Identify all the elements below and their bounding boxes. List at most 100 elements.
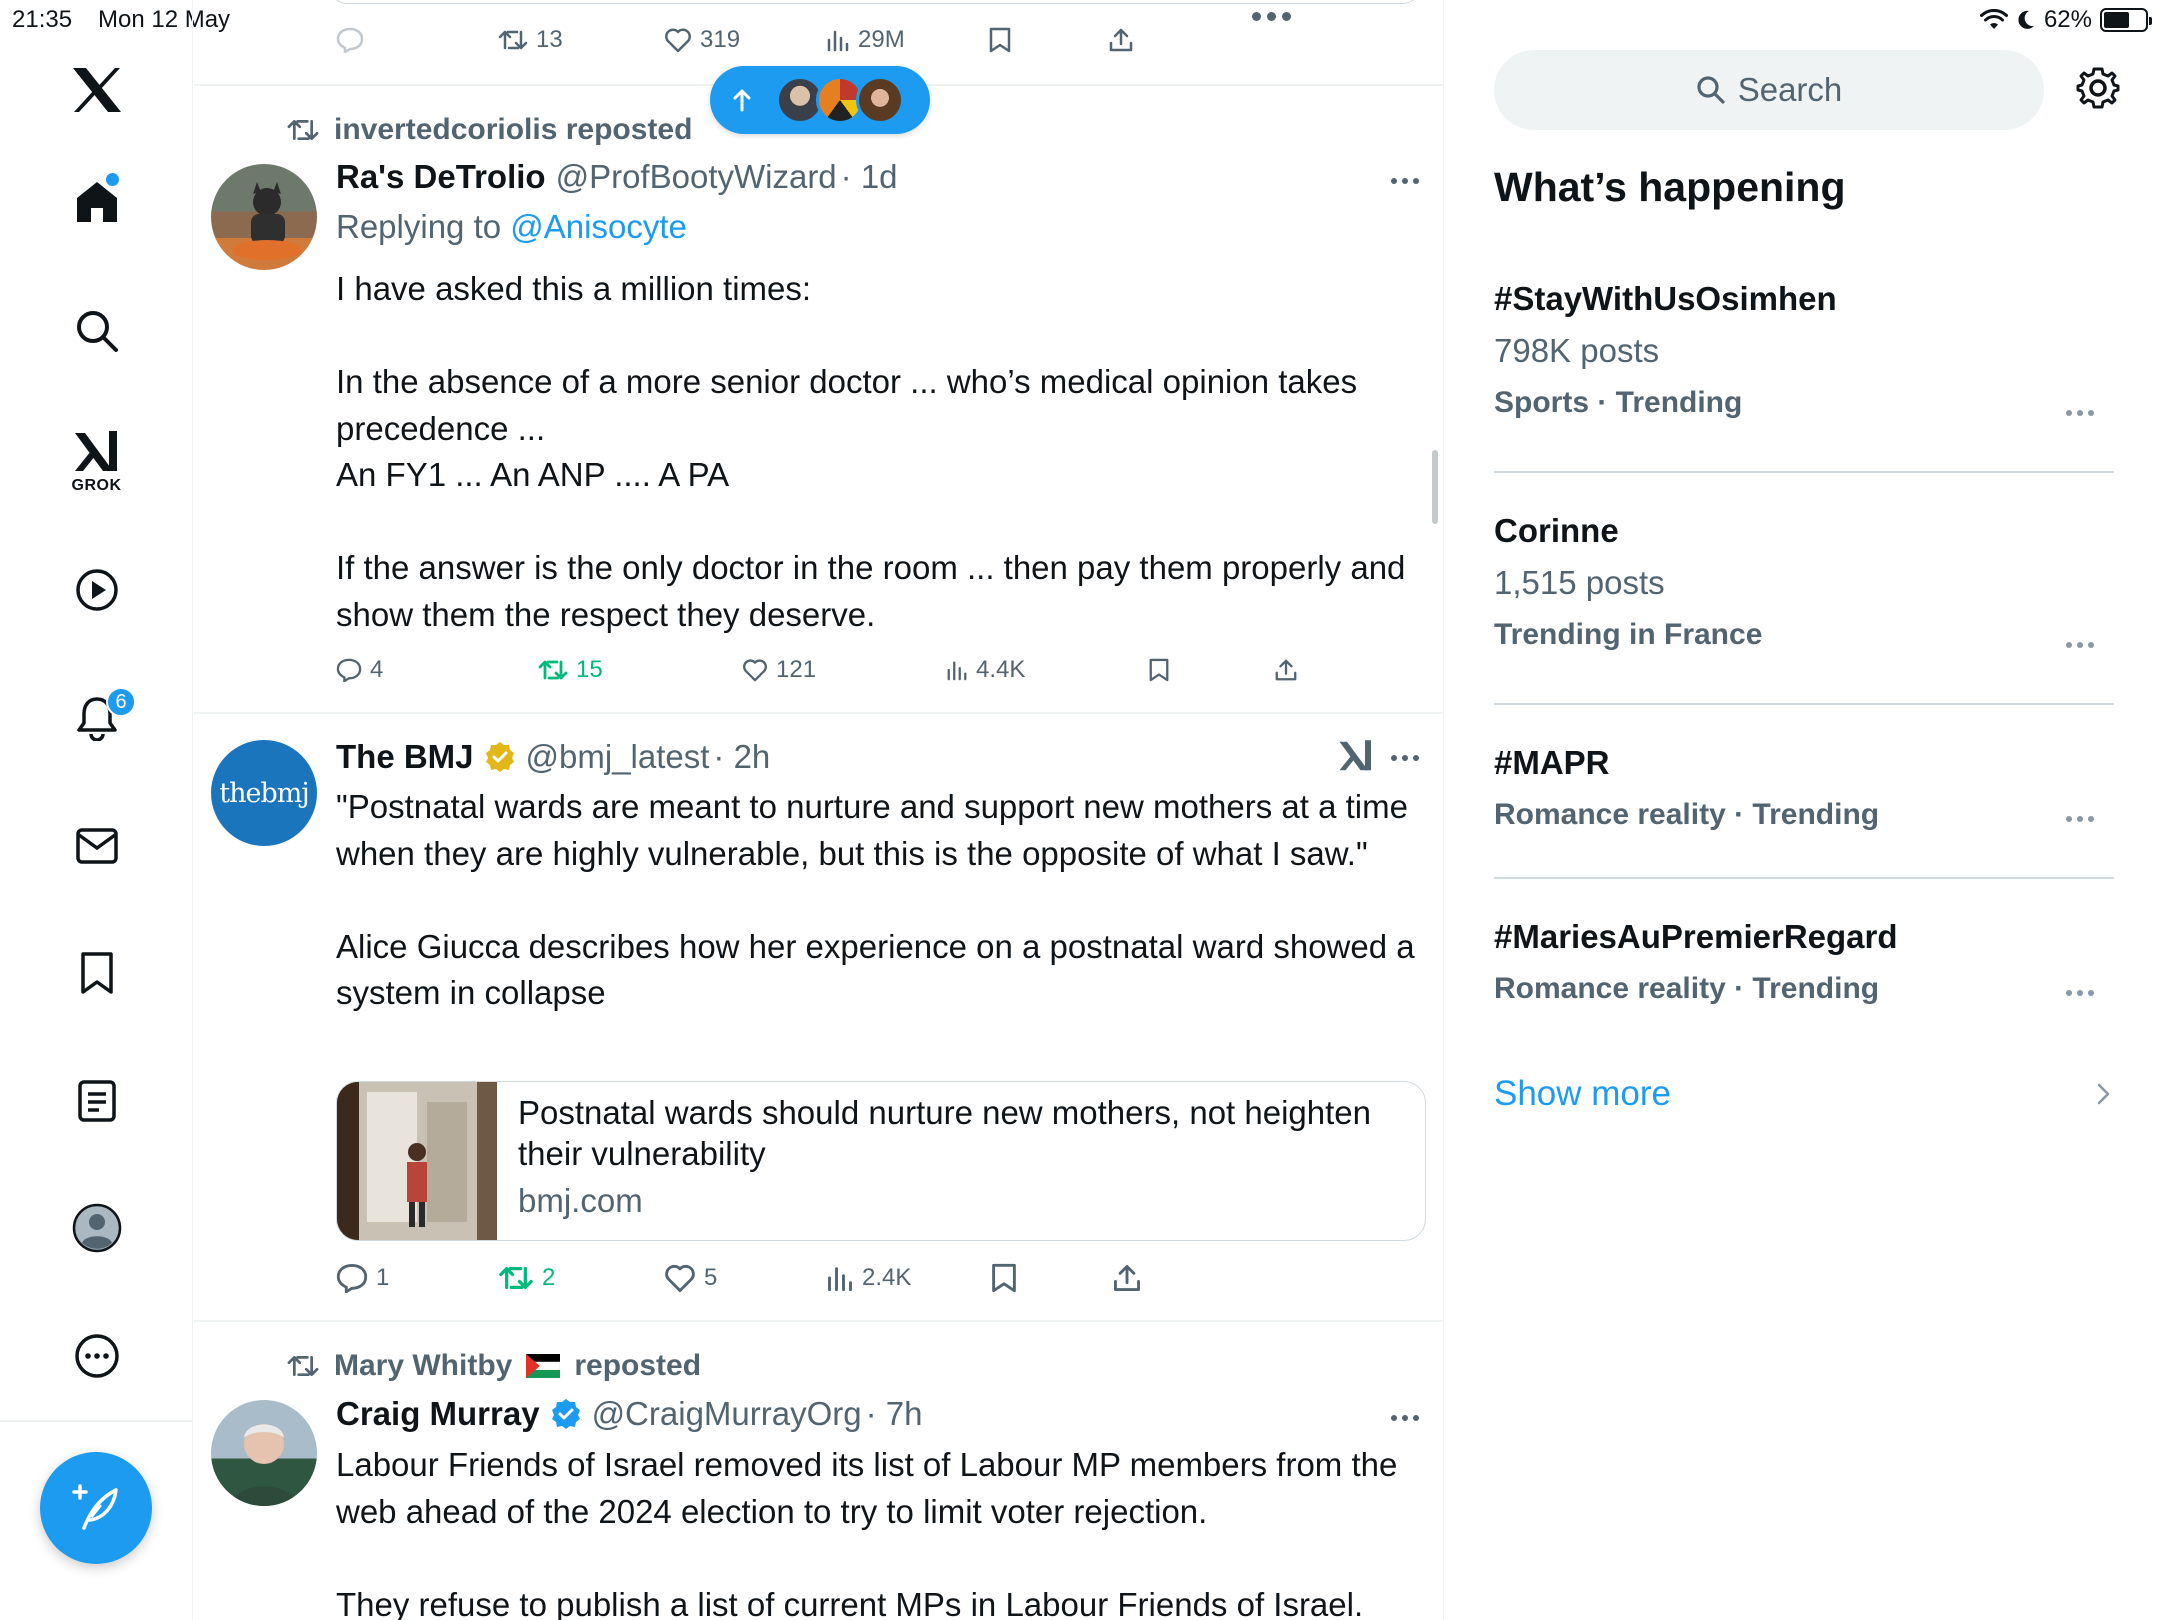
nav-video[interactable]: [0, 545, 193, 635]
post-time: · 1d: [840, 158, 898, 195]
repost-suffix: reposted: [574, 1349, 702, 1382]
retweet-count: 2: [542, 1264, 556, 1291]
search-icon: [1696, 75, 1726, 105]
share-button[interactable]: [1274, 650, 1298, 690]
nav-more[interactable]: [0, 1311, 193, 1401]
avatar: [856, 76, 904, 124]
retweet-button[interactable]: 13: [498, 20, 563, 60]
trend-name: #MariesAuPremierRegard: [1494, 918, 1898, 955]
previous-post-card-edge: [330, 0, 1420, 4]
author-name[interactable]: Ra's DeTrolio: [336, 158, 546, 196]
search-input[interactable]: Search: [1494, 50, 2044, 130]
trend-more-button[interactable]: [2066, 816, 2094, 822]
timeline[interactable]: 13 319 29M invertedcoriolis reposted Ra'…: [194, 0, 1444, 1620]
reply-button[interactable]: 1: [336, 1258, 389, 1298]
more-icon: [74, 1333, 120, 1379]
link-domain: bmj.com: [518, 1182, 643, 1219]
search-icon: [75, 309, 119, 353]
repost-indicator: Mary Whitby reposted: [286, 1349, 701, 1383]
bookmark-button[interactable]: [1148, 650, 1170, 690]
share-button[interactable]: [1112, 1258, 1142, 1298]
post-more-button[interactable]: [1391, 755, 1419, 761]
trend-post-count: 1,515 posts: [1494, 564, 1665, 601]
share-button[interactable]: [1108, 20, 1134, 60]
nav-profile[interactable]: [0, 1183, 193, 1273]
bookmark-button[interactable]: [990, 1258, 1018, 1298]
trend-more-button[interactable]: [2066, 642, 2094, 648]
nav-notifications[interactable]: [0, 673, 193, 763]
author-name[interactable]: Craig Murray: [336, 1395, 540, 1433]
replying-prefix: Replying to: [336, 208, 511, 245]
trend-more-button[interactable]: [2066, 990, 2094, 996]
arrow-up-icon: [732, 88, 752, 112]
avatar[interactable]: thebmj: [211, 740, 317, 846]
trend-category: Trending in France: [1494, 618, 1763, 651]
right-panel: Search What’s happening #StayWithUsOsimh…: [1446, 0, 2160, 1620]
bookmark-button[interactable]: [988, 20, 1012, 60]
post-header: Craig Murray @CraigMurrayOrg · 7h: [336, 1395, 922, 1433]
retweet-button[interactable]: 15: [538, 650, 603, 690]
compose-icon: [70, 1482, 122, 1534]
like-button[interactable]: 121: [742, 650, 816, 690]
nav-home[interactable]: [0, 157, 193, 247]
new-posts-pill[interactable]: [710, 66, 930, 134]
author-name[interactable]: The BMJ: [336, 738, 474, 776]
list-icon: [77, 1079, 117, 1123]
like-button[interactable]: 5: [664, 1258, 717, 1298]
trend-item[interactable]: #StayWithUsOsimhen 798K posts Sports · T…: [1494, 280, 2114, 420]
author-handle[interactable]: @CraigMurrayOrg: [592, 1395, 862, 1433]
x-logo-icon[interactable]: [0, 45, 193, 135]
post-time: · 2h: [713, 738, 771, 775]
reply-button[interactable]: [336, 20, 364, 60]
timeline-scrollbar[interactable]: [1432, 450, 1438, 524]
profile-icon: [72, 1203, 122, 1253]
post-header: Ra's DeTrolio @ProfBootyWizard · 1d: [336, 158, 898, 196]
post-more-button[interactable]: [1391, 178, 1419, 184]
nav-explore[interactable]: [0, 286, 193, 376]
post-time: · 7h: [865, 1395, 923, 1432]
trend-item[interactable]: #MariesAuPremierRegard Romance reality ·…: [1494, 918, 2114, 1006]
reply-button[interactable]: 4: [336, 650, 383, 690]
trend-name: Corinne: [1494, 512, 1619, 549]
trend-more-button[interactable]: [2066, 410, 2094, 416]
reply-count: 4: [370, 656, 384, 683]
gear-icon[interactable]: [2076, 66, 2120, 110]
palestine-flag-icon: [526, 1354, 561, 1378]
left-sidebar: GROK 6: [0, 0, 193, 1620]
post-more-button[interactable]: [1391, 1415, 1419, 1421]
trend-divider: [1494, 877, 2114, 879]
reply-count: 1: [376, 1264, 390, 1291]
replying-to-link[interactable]: @Anisocyte: [510, 208, 687, 245]
nav-grok[interactable]: GROK: [0, 417, 193, 507]
compose-button[interactable]: [40, 1452, 152, 1564]
post-text: Labour Friends of Israel removed its lis…: [336, 1446, 1398, 1620]
nav-lists[interactable]: [0, 1056, 193, 1146]
trend-item[interactable]: Corinne 1,515 posts Trending in France: [1494, 512, 2114, 652]
author-handle[interactable]: @ProfBootyWizard: [556, 158, 837, 196]
views-button[interactable]: 4.4K: [946, 650, 1025, 690]
avatar[interactable]: [211, 164, 317, 270]
retweet-button[interactable]: 2: [498, 1258, 555, 1298]
link-preview-card[interactable]: Postnatal wards should nurture new mothe…: [336, 1081, 1426, 1241]
like-button[interactable]: 319: [664, 20, 740, 60]
retweet-count: 15: [576, 656, 603, 683]
views-button[interactable]: 29M: [826, 20, 905, 60]
like-count: 121: [776, 656, 817, 683]
trend-item[interactable]: #MAPR Romance reality · Trending: [1494, 744, 2114, 832]
author-handle[interactable]: @bmj_latest: [526, 738, 710, 776]
retweet-count: 13: [536, 26, 563, 53]
post-actions: 4 15 121 4.4K: [194, 650, 1443, 690]
nav-messages[interactable]: [0, 801, 193, 891]
show-more-link[interactable]: Show more: [1494, 1074, 1671, 1114]
grok-icon[interactable]: [1338, 738, 1374, 774]
post-divider: [194, 712, 1443, 714]
bookmark-icon: [79, 951, 115, 995]
retweet-icon: [286, 1353, 320, 1379]
window-grabber[interactable]: [1252, 12, 1291, 21]
nav-bookmarks[interactable]: [0, 928, 193, 1018]
views-button[interactable]: 2.4K: [826, 1258, 911, 1298]
avatar[interactable]: [211, 1400, 317, 1506]
repost-indicator: invertedcoriolis reposted: [286, 113, 692, 147]
avatar-text: thebmj: [219, 777, 309, 809]
verified-gold-icon: [484, 741, 516, 773]
